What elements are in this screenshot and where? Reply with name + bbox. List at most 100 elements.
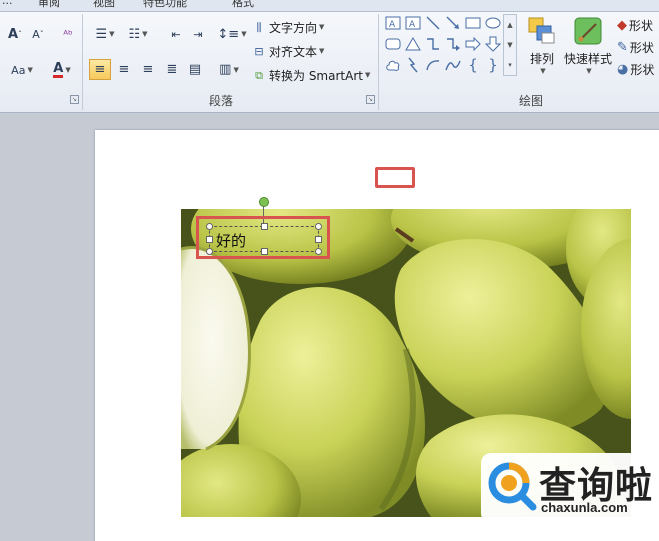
shapes-gallery: A A {} [384,14,502,77]
watermark: 查询啦 chaxunla.com [481,453,659,523]
shape-effects-icon: ◕ [617,61,629,77]
smartart-icon: ⧉ [255,68,263,82]
clear-format-icon: ᴬᵇ [63,27,73,41]
bullet-list-icon: ☰ [95,26,108,42]
align-text-icon: ⊟ [254,44,264,58]
arrange-button[interactable]: 排列 ▼ [522,16,562,75]
arc-shape-icon[interactable] [424,56,442,74]
quick-styles-button[interactable]: 快速样式 ▼ [562,16,614,75]
text-direction-icon: ⫼ [256,20,262,34]
pencil-outline-icon: ✎ [617,39,628,55]
magnifier-logo-icon [488,462,537,511]
grow-font-icon: A [7,26,19,42]
dropdown-caret-icon: ▼ [586,67,592,75]
rectangle-shape-icon[interactable] [464,14,482,32]
font-color-button[interactable]: A ▼ [46,60,78,80]
paragraph-dialog-launcher-icon[interactable]: ↘ [366,95,375,104]
right-brace-shape-icon[interactable]: } [484,56,502,74]
dropdown-caret-icon: ▼ [142,30,148,38]
increase-indent-button[interactable]: ⇥ [188,24,208,44]
dropdown-caret-icon: ▼ [27,66,33,74]
dropdown-caret-icon: ▼ [109,30,115,38]
clear-format-button[interactable]: ᴬᵇ [56,24,80,44]
textbox-shape-icon[interactable]: A [384,14,402,32]
grow-font-button[interactable]: Aˆ [4,24,26,44]
distributed-button[interactable]: ▤ [184,59,206,80]
gallery-more-icon[interactable]: ▾ [508,61,512,69]
paragraph-group-label: 段落 [209,94,234,108]
red-highlight-textbox [196,216,330,259]
drawing-group-label: 绘图 [519,94,544,108]
align-text-button[interactable]: ⊟ 对齐文本 ▼ [252,42,324,60]
svg-text:A: A [389,20,396,30]
decrease-indent-button[interactable]: ⇤ [166,24,186,44]
elbow-connector-shape-icon[interactable] [424,35,442,53]
oval-shape-icon[interactable] [484,14,502,32]
distributed-icon: ▤ [188,62,202,77]
change-case-button[interactable]: Aa ▼ [6,60,38,80]
columns-button[interactable]: ▥ ▼ [214,59,244,80]
justify-icon: ≣ [166,62,178,77]
bullets-button[interactable]: ☰ ▼ [90,24,120,44]
shape-effects-button[interactable]: ◕ 形状 [617,60,654,78]
line-shape-icon[interactable] [424,14,442,32]
cloud-shape-icon[interactable] [384,56,402,74]
tab-format[interactable]: 格式 [232,0,254,10]
arrow-line-shape-icon[interactable] [444,14,462,32]
ribbon-tabs: ... 审阅 视图 特色功能 格式 [0,0,659,12]
align-left-button[interactable]: ≡ [89,59,111,80]
numbering-button[interactable]: ☷ ▼ [123,24,153,44]
arrange-icon [528,17,555,44]
shape-outline-label: 形状 [629,40,654,55]
group-separator [378,14,379,110]
justify-button[interactable]: ≣ [161,59,183,80]
scroll-down-icon[interactable]: ▼ [507,41,512,49]
lightning-shape-icon[interactable] [404,56,422,74]
down-arrow-shape-icon[interactable] [484,35,502,53]
shape-fill-label: 形状 [629,18,654,33]
gallery-scroll[interactable]: ▲ ▼ ▾ [503,14,517,76]
dropdown-caret-icon: ▼ [319,47,325,55]
scroll-up-icon[interactable]: ▲ [507,21,512,29]
line-spacing-button[interactable]: ↕≡ ▼ [217,24,247,44]
align-right-button[interactable]: ≡ [137,59,159,80]
convert-smartart-button[interactable]: ⧉ 转换为 SmartArt ▼ [252,66,370,84]
quick-styles-label: 快速样式 [563,52,612,66]
align-center-button[interactable]: ≡ [113,59,135,80]
curve-shape-icon[interactable] [444,56,462,74]
numbered-list-icon: ☷ [128,26,141,42]
tab-review-prev[interactable]: ... [2,0,13,7]
columns-icon: ▥ [219,62,232,77]
decrease-indent-icon: ⇤ [171,27,181,41]
up-caret-icon: ˆ [18,29,23,39]
dropdown-caret-icon: ▼ [241,30,247,38]
left-brace-shape-icon[interactable]: { [464,56,482,74]
tab-view[interactable]: 视图 [93,0,115,10]
shape-outline-button[interactable]: ✎ 形状 [617,38,654,56]
vertical-textbox-shape-icon[interactable]: A [404,14,422,32]
dropdown-caret-icon: ▼ [319,23,325,31]
shrink-font-button[interactable]: Aˇ [27,24,49,44]
text-direction-button[interactable]: ⫼ 文字方向 ▼ [252,18,324,36]
group-separator [82,14,83,110]
elbow-arrow-shape-icon[interactable] [444,35,462,53]
down-caret-icon: ˇ [39,29,44,39]
dropdown-caret-icon: ▼ [65,66,71,74]
tab-special[interactable]: 特色功能 [143,0,187,10]
rotate-handle-icon[interactable] [259,197,269,207]
red-highlight-rectangle [375,167,415,188]
align-right-icon: ≡ [142,62,154,77]
quick-styles-icon [574,17,602,45]
triangle-shape-icon[interactable] [404,35,422,53]
rounded-rectangle-shape-icon[interactable] [384,35,402,53]
shape-fill-button[interactable]: ◆ 形状 [617,16,653,34]
align-center-icon: ≡ [118,62,130,77]
dropdown-caret-icon: ▼ [233,65,239,74]
dropdown-caret-icon: ▼ [364,71,371,79]
right-arrow-shape-icon[interactable] [464,35,482,53]
ribbon: ... 审阅 视图 特色功能 格式 Aˆ Aˇ ᴬᵇ Aa ▼ A ▼ ↘ ☰ ▼ ☷… [0,0,659,113]
font-dialog-launcher-icon[interactable]: ↘ [70,95,79,104]
convert-smartart-label: 转换为 SmartArt [269,68,363,83]
tab-review[interactable]: 审阅 [38,0,60,10]
shrink-font-icon: A [32,27,40,41]
